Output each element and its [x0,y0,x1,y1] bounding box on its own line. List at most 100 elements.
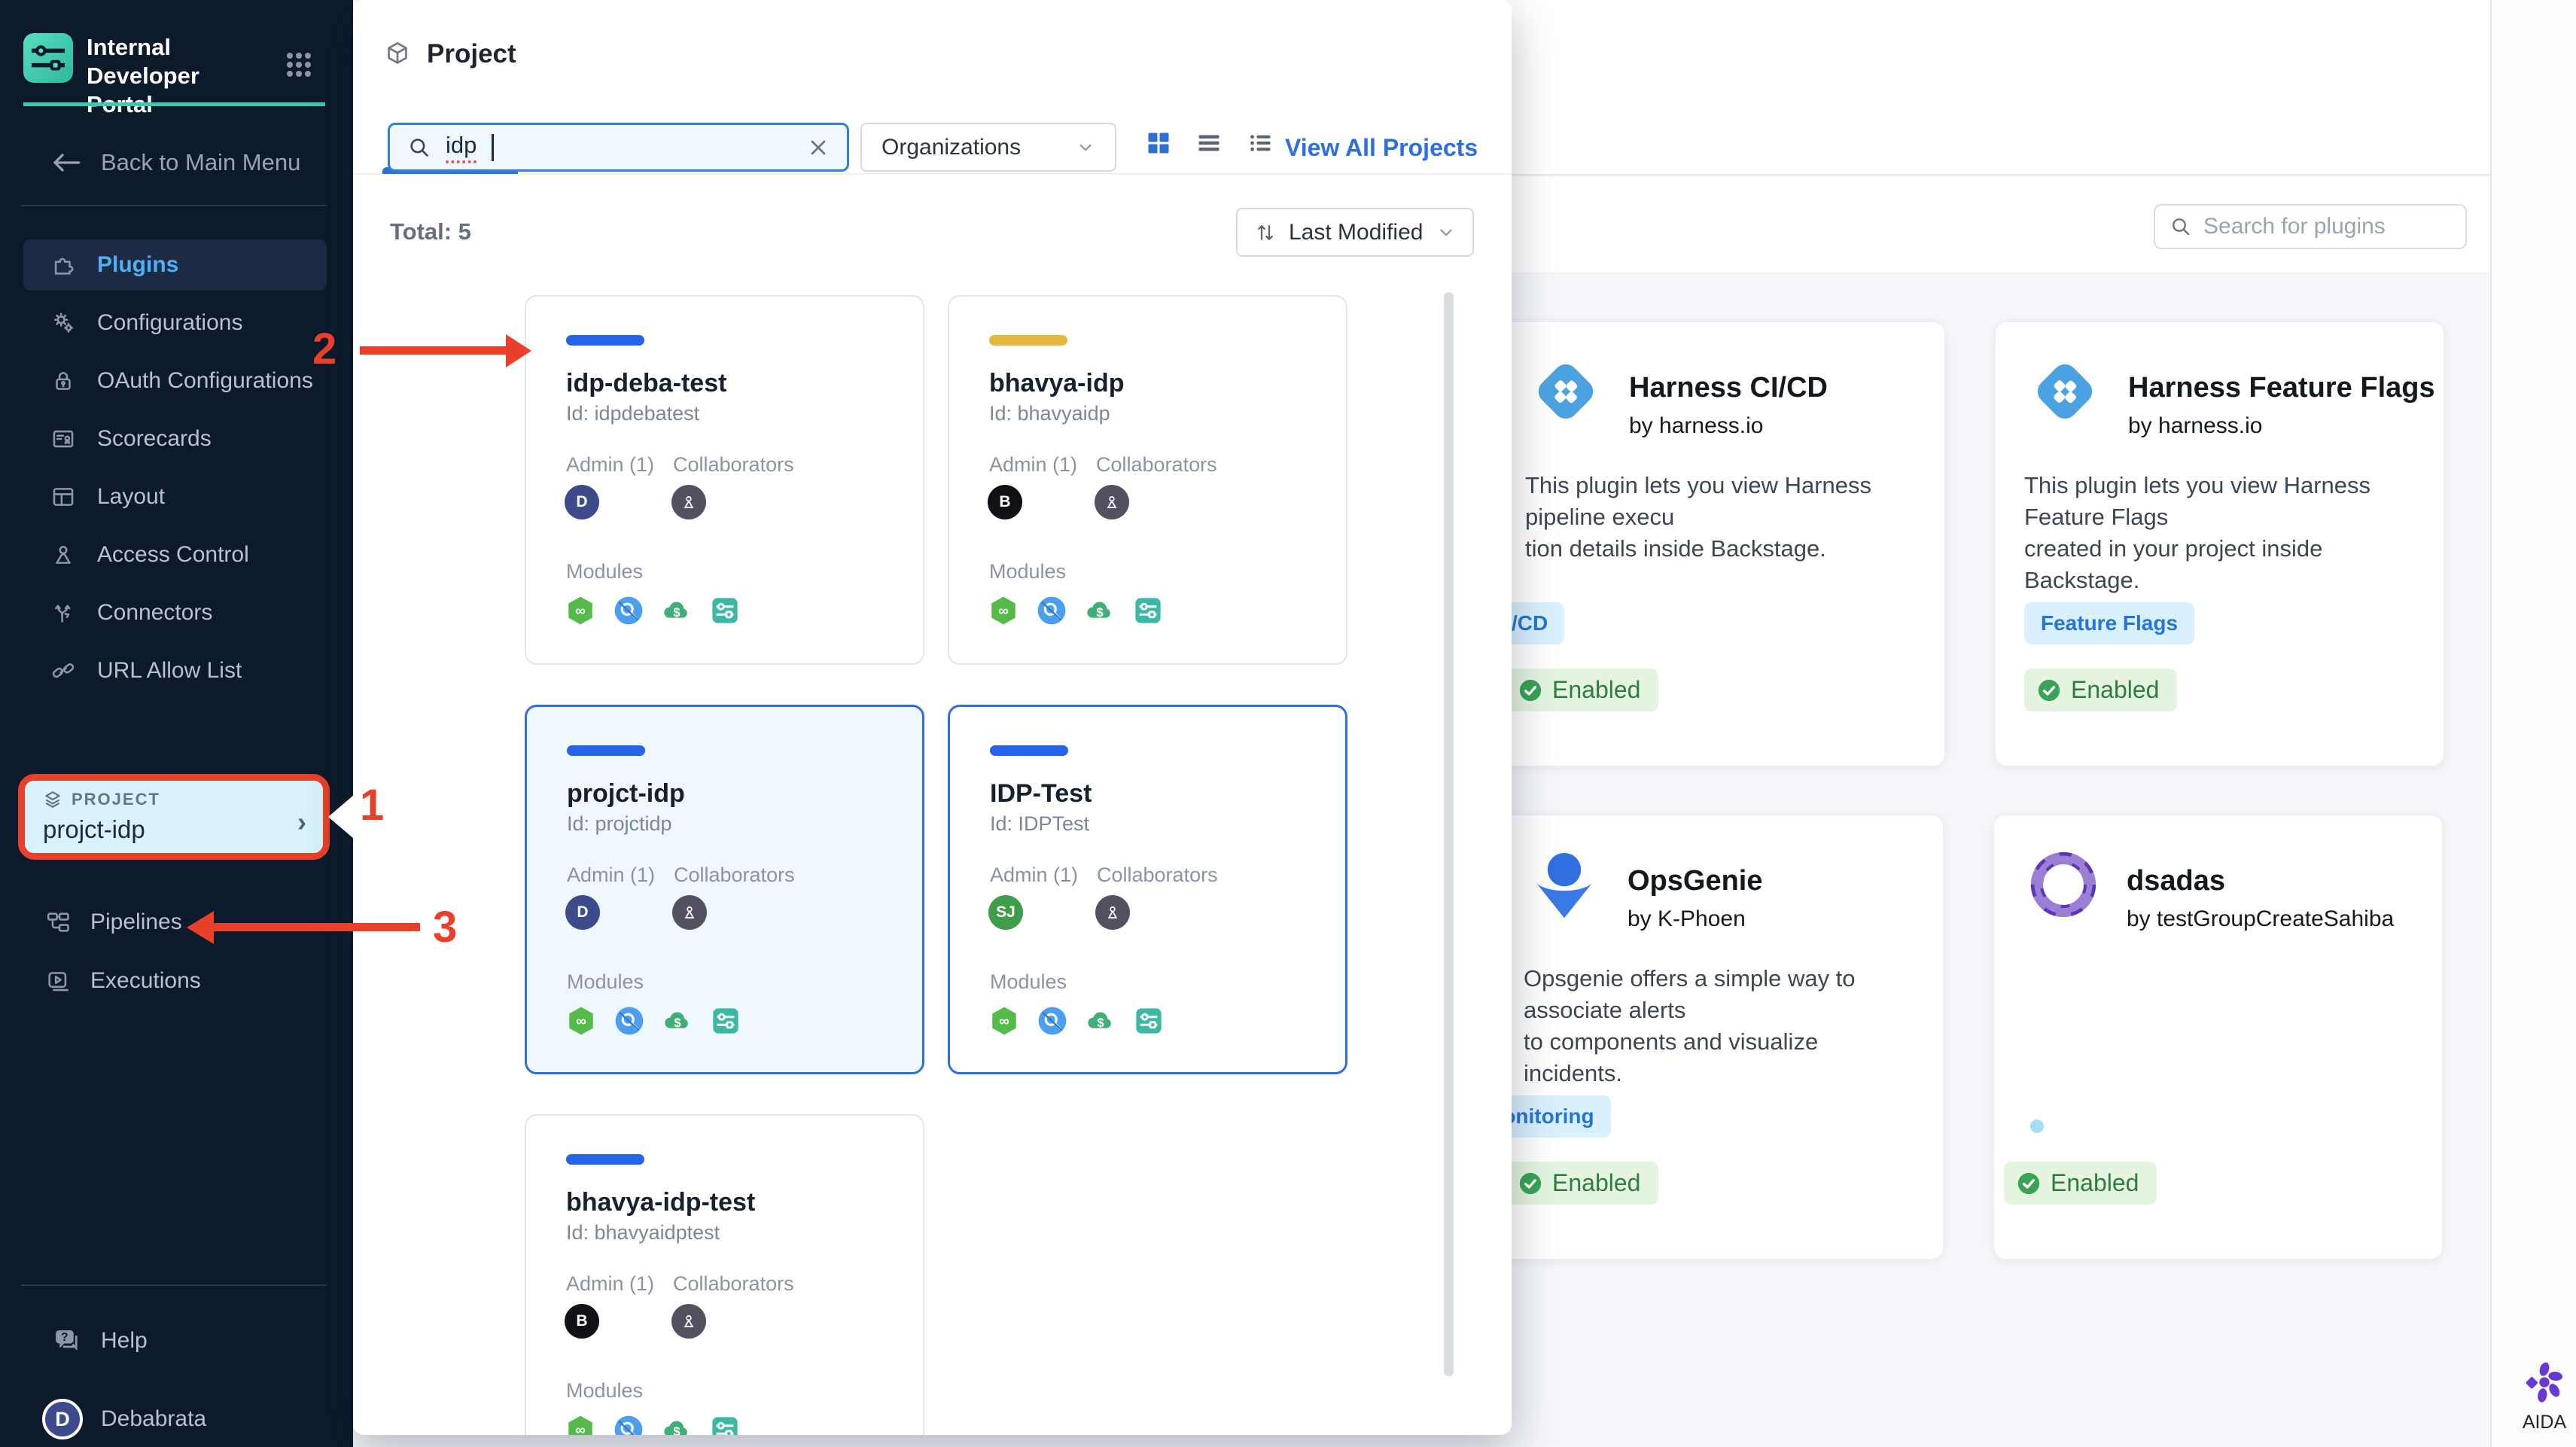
user-avatar: D [42,1399,83,1439]
total-count: Total: 5 [390,218,471,245]
plugin-description: This plugin lets you view Harness Featur… [2024,472,2371,593]
check-circle-icon [2017,1172,2040,1194]
aida-label: AIDA [2522,1412,2567,1433]
collaborators-label: Collaborators [673,453,794,476]
list-view-icon[interactable] [1195,129,1223,157]
sidebar-item-layout[interactable]: Layout [23,471,327,522]
plugin-card-feature-flags[interactable]: Harness Feature Flags by harness.io This… [1995,321,2444,766]
plugin-status-badge: Enabled [2024,669,2178,711]
sidebar-item-scorecards[interactable]: Scorecards [23,413,327,465]
layers-icon [45,791,60,808]
annotation-arrow-3-shaft [212,923,420,931]
aida-button[interactable]: AIDA [2514,1358,2574,1433]
sidebar-item-label: Access Control [97,542,249,567]
collaborators-label: Collaborators [673,1272,794,1295]
svg-text:∞: ∞ [999,1014,1009,1030]
organizations-dropdown[interactable]: Organizations [860,123,1116,172]
modules-label: Modules [566,560,644,583]
chaos-circle-icon [615,1007,644,1035]
idp-module-icon [1136,1008,1162,1034]
plugin-search-input[interactable]: Search for plugins [2154,204,2467,249]
card-color-bar [567,745,645,756]
plugin-status-badge: Enabled [1506,669,1659,711]
project-card-title: bhavya-idp-test [566,1188,756,1217]
annotation-arrow-3-head [187,911,214,944]
plugin-status-badge: Enabled [1506,1162,1659,1205]
purple-ring-icon [2030,851,2096,918]
sort-arrows-icon [1258,224,1273,240]
plugin-search-placeholder: Search for plugins [2203,214,2386,239]
back-to-main-menu[interactable]: Back to Main Menu [51,149,300,176]
lock-icon [56,372,71,390]
project-card-title: bhavya-idp [989,369,1125,398]
plugin-title: dsadas [2127,865,2225,897]
modules-label: Modules [567,970,644,993]
brand-accent-rule [23,102,325,106]
sidebar-item-url-allow-list[interactable]: URL Allow List [23,645,327,696]
sidebar-item-plugins[interactable]: Plugins [23,239,327,291]
back-arrow-icon [53,154,81,172]
plugin-card-opsgenie[interactable]: OpsGenie by K-Phoen Opsgenie offers a si… [1469,815,1944,1260]
compact-list-view-icon[interactable] [1246,129,1274,157]
admin-label: Admin (1) [567,864,656,886]
project-card-bhavya-idp-test[interactable]: bhavya-idp-test Id: bhavyaidptest Admin … [525,1114,924,1435]
tag-dot [2030,1120,2044,1133]
sidebar-item-access-control[interactable]: Access Control [23,529,327,580]
project-card-idp-deba-test[interactable]: idp-deba-test Id: idpdebatest Admin (1) … [525,295,924,665]
project-selector-annotated[interactable]: PROJECT projct-idp › [18,774,330,860]
project-search-input[interactable]: idp [388,123,849,172]
collaborator-avatar [1095,895,1130,930]
sidebar-item-connectors[interactable]: Connectors [23,587,327,638]
plugin-card-dsadas[interactable]: dsadas by testGroupCreateSahiba Enabled [1993,815,2443,1260]
user-name: Debabrata [101,1406,207,1431]
sidebar-item-oauth-configurations[interactable]: OAuth Configurations [23,355,327,407]
ci-hexagon-icon: ∞ [568,596,592,625]
chevron-down-icon [1079,144,1092,151]
plugin-author: by testGroupCreateSahiba [2127,906,2395,931]
idp-module-icon [1135,598,1161,623]
search-icon [2173,218,2190,236]
sidebar-item-label: Connectors [97,600,213,625]
svg-text:∞: ∞ [575,604,586,620]
modules-label: Modules [990,970,1067,993]
admin-avatar: B [988,485,1022,519]
sidebar-item-executions[interactable]: Executions [45,968,201,994]
admin-label: Admin (1) [566,1272,655,1295]
branch-icon [55,605,71,623]
card-color-bar [989,335,1067,346]
module-switcher-icon[interactable] [281,47,317,83]
admin-avatar: D [565,895,600,930]
cloud-cost-icon: $ [664,602,687,620]
annotation-digit-3: 3 [433,903,458,952]
project-card-bhavya-idp[interactable]: bhavya-idp Id: bhavyaidp Admin (1) Colla… [948,295,1347,665]
modules-label: Modules [989,560,1067,583]
project-scope-label: PROJECT [72,790,160,809]
view-all-projects-link[interactable]: View All Projects [1285,134,1478,162]
sidebar-item-pipelines[interactable]: Pipelines [45,909,182,935]
sidebar-item-label: Configurations [97,310,243,335]
pipeline-icon [47,912,69,932]
grid-view-icon[interactable] [1145,129,1172,157]
help-button[interactable]: ? Help [51,1325,148,1357]
cube-icon [388,42,407,64]
layout-icon [53,488,74,506]
card-color-bar [566,335,644,346]
plugin-description: Opsgenie offers a simple way to associat… [1524,965,1856,1086]
plugin-card-harness-cicd[interactable]: Harness CI/CD by harness.io This plugin … [1474,321,1945,766]
modal-scrollbar[interactable] [1444,292,1454,1376]
project-card-projct-idp[interactable]: projct-idp Id: projctidp Admin (1) Colla… [525,705,924,1074]
collaborator-avatar [671,1304,706,1339]
user-menu[interactable]: D Debabrata [42,1399,206,1439]
sidebar-item-configurations[interactable]: Configurations [23,297,327,349]
admin-label: Admin (1) [989,453,1078,476]
project-card-title: IDP-Test [990,779,1092,808]
clear-search-icon[interactable] [806,136,830,160]
tab-project[interactable]: Project [383,39,516,69]
app-screen: Search for plugins Harness CI/CD by harn… [0,0,2576,1447]
annotation-arrow-2-head [506,334,531,367]
project-card-idp-test[interactable]: IDP-Test Id: IDPTest Admin (1) Collabora… [948,705,1347,1074]
admin-avatar: B [565,1304,599,1339]
project-card-id: Id: bhavyaidptest [566,1221,720,1244]
svg-text:∞: ∞ [576,1014,586,1030]
sort-dropdown[interactable]: Last Modified [1236,208,1474,257]
